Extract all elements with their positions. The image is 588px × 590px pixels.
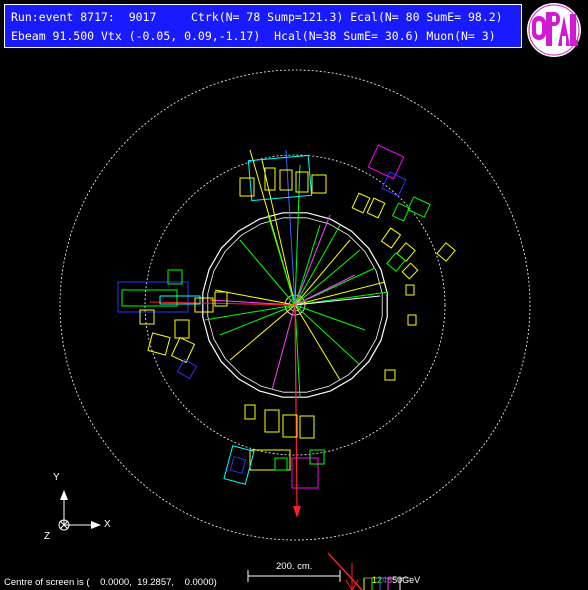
axis-z-label: Z: [44, 531, 51, 542]
upper-right-muon-box: [367, 144, 405, 180]
tracks: [149, 149, 389, 518]
track-16: [219, 304, 296, 336]
ur-hcal-3: [386, 252, 406, 272]
track-7: [294, 239, 351, 306]
ur-ecal-2: [366, 197, 386, 219]
bottom-ecal-2: [282, 414, 298, 438]
track-5: [294, 224, 321, 306]
track-3: [285, 149, 296, 306]
top-ecal-4: [311, 174, 327, 194]
axis-x-label: X: [104, 519, 111, 530]
ur-ecal-5: [436, 242, 456, 262]
r-ecal-1: [405, 284, 415, 296]
r-ecal-2: [407, 314, 417, 326]
ur-hcal-2: [407, 196, 431, 218]
energy-scale-unit: GeV: [402, 575, 421, 585]
bottom-ecal-3: [299, 415, 315, 439]
left-ecal-6: [170, 336, 196, 364]
r-ecal-3: [384, 369, 396, 381]
left-ecal-5: [147, 332, 171, 356]
bottom-hcal-2: [309, 449, 325, 465]
track-12: [294, 295, 381, 306]
left-blue-2: [176, 358, 198, 380]
track-2: [261, 159, 296, 306]
bottom-ecal-4: [244, 404, 256, 420]
upper-right-blue-box: [381, 171, 407, 197]
track-18: [271, 304, 296, 391]
left-ecal-2: [174, 319, 190, 339]
track-24: [294, 304, 366, 331]
bottom-muon-box: [291, 457, 319, 489]
top-ecal-5: [239, 177, 255, 197]
axis-indicator: [58, 490, 101, 531]
energy-scale-values: 124850GeV: [367, 565, 420, 585]
scale-bar-label: 200. cm.: [276, 561, 313, 572]
bottom-hcal-1: [274, 457, 288, 471]
calorimeter-hits: [117, 144, 456, 489]
top-ecal-3: [295, 171, 309, 193]
track-15: [204, 304, 296, 321]
ur-ecal-3: [380, 227, 402, 249]
bottom-blue-box: [229, 456, 247, 474]
event-display: [58, 69, 531, 590]
ur-ecal-1: [351, 192, 371, 214]
track-6: [294, 224, 341, 306]
bottom-ecal-1: [264, 409, 280, 433]
muon-arrow: [293, 506, 301, 518]
ur-ecal-6: [401, 262, 419, 280]
energy-scale-value-50: 50: [392, 575, 403, 585]
track-21: [294, 304, 361, 366]
ur-ecal-4: [396, 242, 416, 262]
ur-hcal-1: [391, 202, 411, 222]
track-23: [239, 239, 296, 306]
track-17: [229, 304, 296, 361]
top-ecal-2: [279, 169, 293, 191]
centre-of-screen-text: Centre of screen is ( 0.0000, 19.2857, 0…: [4, 577, 217, 588]
axis-y-label: Y: [53, 472, 60, 483]
track-22: [294, 304, 341, 381]
